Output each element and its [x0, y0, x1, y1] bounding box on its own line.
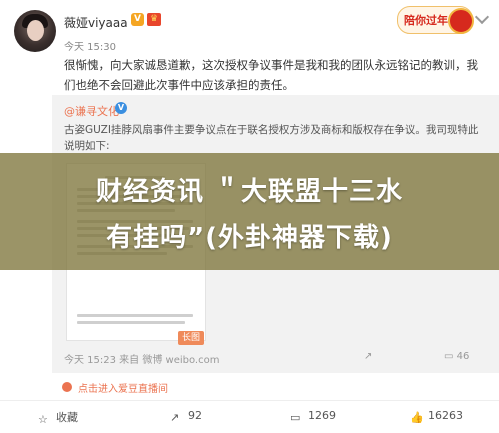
verified-icon: V [131, 13, 144, 26]
comment-icon: ▭ [290, 411, 301, 424]
doc-line [77, 314, 193, 317]
comment-count: 1269 [308, 409, 336, 422]
star-icon: ☆ [38, 413, 48, 426]
thumbs-up-icon: 👍 [410, 411, 424, 424]
username[interactable]: 薇娅viyaaa [64, 14, 128, 31]
action-bar: ☆ 收藏 ↗ 92 ▭ 1269 👍 16263 [0, 401, 499, 433]
verified-blue-icon: V [115, 102, 127, 114]
holiday-badge-label: 陪你过年 [404, 14, 448, 27]
post-time: 今天 15:30 [64, 42, 116, 53]
repost-meta: 今天 15:23 来自 微博 weibo.com [64, 355, 220, 366]
like-count: 16263 [428, 409, 463, 422]
live-icon [62, 382, 72, 392]
share-icon: ↗ [170, 411, 180, 424]
avatar[interactable] [14, 10, 56, 52]
repost-body: 古姿GUZI挂脖风扇事件主要争议点在于联名授权方涉及商标和版权存在争议。我司现特… [64, 124, 479, 152]
post-body: 很惭愧，向大家诚恳道歉，这次授权争议事件是我和我的团队永远铭记的教训，我们也绝不… [64, 58, 478, 92]
repost-share-count[interactable]: ↗ [364, 351, 372, 362]
overlay-title-line-2: 有挂吗”(外卦神器下载) [106, 223, 393, 253]
chevron-down-icon[interactable] [474, 9, 490, 25]
repost-comment-count[interactable]: ▭ 46 [444, 351, 469, 362]
share-count: 92 [188, 409, 202, 422]
avatar-face [27, 20, 44, 41]
post-header: 薇娅viyaaa V ♛ 今天 15:30 陪你过年 [0, 0, 499, 60]
title-overlay: 财经资讯 ＂大联盟十三水 有挂吗”(外卦神器下载) [0, 153, 499, 270]
repost-username[interactable]: @谦寻文化 [64, 103, 119, 119]
comment-button[interactable]: ▭ 1269 [290, 409, 336, 424]
favorite-button[interactable]: ☆ 收藏 [38, 409, 78, 426]
overlay-title-line-1: 财经资讯 ＂大联盟十三水 [95, 177, 404, 207]
live-room-link[interactable]: 点击进入爱豆直播间 [78, 380, 168, 395]
favorite-label: 收藏 [56, 411, 78, 424]
holiday-badge[interactable]: 陪你过年 [397, 6, 474, 34]
doc-line [77, 321, 185, 324]
lantern-icon [448, 8, 474, 34]
vip-icon: ♛ [147, 13, 161, 26]
long-image-tag: 长图 [178, 331, 204, 345]
like-button[interactable]: 👍 16263 [410, 409, 463, 424]
repost-comment-value: 46 [456, 351, 470, 362]
share-button[interactable]: ↗ 92 [170, 409, 202, 424]
